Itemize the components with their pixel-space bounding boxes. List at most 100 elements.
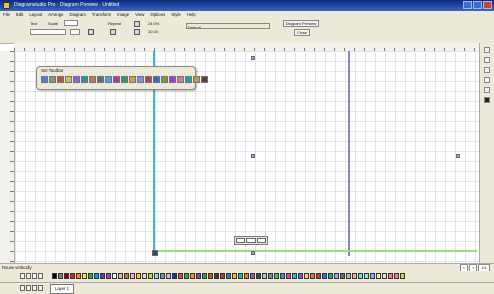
color-swatch[interactable]: [376, 273, 381, 279]
color-swatch[interactable]: [226, 273, 231, 279]
bold-icon[interactable]: [88, 29, 94, 35]
color-swatch[interactable]: [88, 273, 93, 279]
color-swatch[interactable]: [394, 273, 399, 279]
color-swatch[interactable]: [304, 273, 309, 279]
color-swatch[interactable]: [178, 273, 183, 279]
color-swatch[interactable]: [154, 273, 159, 279]
color-swatch[interactable]: [256, 273, 261, 279]
minimize-icon[interactable]: [463, 1, 472, 9]
menu-item[interactable]: Edit: [16, 11, 23, 18]
menu-item[interactable]: Transform: [92, 11, 111, 18]
close-icon[interactable]: [483, 1, 492, 9]
color-swatch[interactable]: [148, 273, 153, 279]
floating-toolbar[interactable]: Sel Toolbar: [36, 66, 208, 90]
color-swatch[interactable]: [364, 273, 369, 279]
color-swatch[interactable]: [142, 273, 147, 279]
close-preview-button[interactable]: Close: [294, 29, 310, 36]
color-swatch[interactable]: [346, 273, 351, 279]
anchor-point[interactable]: [152, 250, 158, 256]
selection-handle[interactable]: [251, 251, 255, 255]
color-swatch[interactable]: [370, 273, 375, 279]
diagram-preview-button[interactable]: Diagram Preview: [283, 20, 319, 27]
scale-dropdown[interactable]: [64, 20, 78, 26]
color-swatch[interactable]: [70, 273, 75, 279]
color-swatch[interactable]: [58, 273, 63, 279]
menu-item[interactable]: Diagram: [70, 11, 86, 18]
maximize-icon[interactable]: [473, 1, 482, 9]
tool-icon[interactable]: [177, 76, 184, 83]
color-swatch[interactable]: [244, 273, 249, 279]
menu-item[interactable]: Arrange: [48, 11, 63, 18]
color-swatch[interactable]: [52, 273, 57, 279]
align-icon[interactable]: [110, 29, 116, 35]
color-swatch[interactable]: [76, 273, 81, 279]
menu-item[interactable]: Style: [171, 11, 181, 18]
color-swatch[interactable]: [202, 273, 207, 279]
align-left-icon[interactable]: [236, 238, 246, 243]
tool-icon[interactable]: [129, 76, 136, 83]
width-icon[interactable]: [134, 21, 140, 27]
color-swatch[interactable]: [220, 273, 225, 279]
tool-icon[interactable]: [484, 67, 490, 73]
color-swatch[interactable]: [358, 273, 363, 279]
tool-icon[interactable]: [89, 76, 96, 83]
menu-item[interactable]: View: [135, 11, 144, 18]
color-swatch[interactable]: [82, 273, 87, 279]
menu-item[interactable]: Help: [187, 11, 196, 18]
color-swatch[interactable]: [268, 273, 273, 279]
color-swatch[interactable]: [172, 273, 177, 279]
color-swatch[interactable]: [196, 273, 201, 279]
color-swatch[interactable]: [310, 273, 315, 279]
size-value[interactable]: 10.00: [148, 29, 158, 34]
color-swatch[interactable]: [328, 273, 333, 279]
color-swatch[interactable]: [130, 273, 135, 279]
tool-icon[interactable]: [145, 76, 152, 83]
next-tab-icon[interactable]: [32, 285, 37, 291]
color-swatch[interactable]: [400, 273, 405, 279]
color-swatch[interactable]: [232, 273, 237, 279]
tool-icon[interactable]: [193, 76, 200, 83]
height-icon[interactable]: [134, 29, 140, 35]
tool-icon[interactable]: [161, 76, 168, 83]
color-swatch[interactable]: [274, 273, 279, 279]
align-center-icon[interactable]: [246, 238, 256, 243]
tool-icon[interactable]: [169, 76, 176, 83]
last-icon[interactable]: [38, 273, 43, 279]
color-swatch[interactable]: [340, 273, 345, 279]
prev-icon[interactable]: [26, 273, 31, 279]
color-swatch[interactable]: [190, 273, 195, 279]
next-icon[interactable]: [32, 273, 37, 279]
first-icon[interactable]: [20, 273, 25, 279]
tool-icon[interactable]: [153, 76, 160, 83]
menu-item[interactable]: File: [3, 11, 10, 18]
tool-icon[interactable]: [97, 76, 104, 83]
color-swatch[interactable]: [262, 273, 267, 279]
prev-tab-icon[interactable]: [26, 285, 31, 291]
tool-icon[interactable]: [49, 76, 56, 83]
tool-icon[interactable]: [121, 76, 128, 83]
selection-handle[interactable]: [456, 154, 460, 158]
menu-item[interactable]: Options: [150, 11, 165, 18]
color-swatch[interactable]: [124, 273, 129, 279]
tool-icon[interactable]: [484, 97, 490, 103]
selection-handle[interactable]: [251, 56, 255, 60]
color-swatch[interactable]: [136, 273, 141, 279]
color-swatch[interactable]: [280, 273, 285, 279]
color-swatch[interactable]: [106, 273, 111, 279]
color-swatch[interactable]: [322, 273, 327, 279]
tool-icon[interactable]: [73, 76, 80, 83]
font-dropdown[interactable]: [30, 29, 66, 35]
selection-handle[interactable]: [251, 154, 255, 158]
color-swatch[interactable]: [316, 273, 321, 279]
color-swatch[interactable]: [160, 273, 165, 279]
color-swatch[interactable]: [382, 273, 387, 279]
menu-item[interactable]: Image: [117, 11, 129, 18]
last-tab-icon[interactable]: [38, 285, 43, 291]
tool-icon[interactable]: [137, 76, 144, 83]
color-swatch[interactable]: [214, 273, 219, 279]
tool-icon[interactable]: [57, 76, 64, 83]
tool-icon[interactable]: [484, 77, 490, 83]
tool-icon[interactable]: [201, 76, 208, 83]
tool-icon[interactable]: [185, 76, 192, 83]
color-swatch[interactable]: [250, 273, 255, 279]
